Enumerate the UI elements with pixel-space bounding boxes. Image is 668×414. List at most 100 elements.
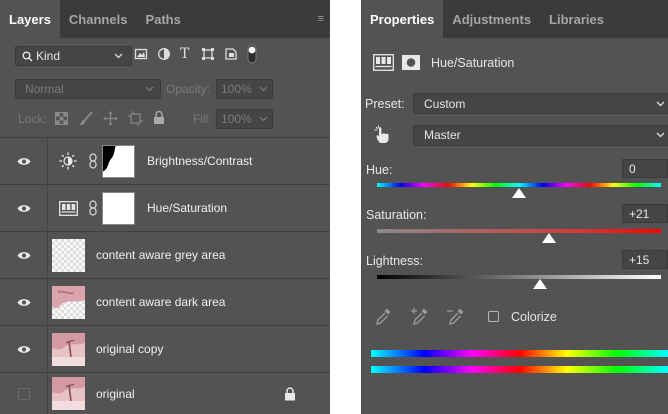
lightness-value-field[interactable]: +15 (622, 250, 668, 269)
saturation-label: Saturation: (366, 208, 427, 222)
layer-name[interactable]: content aware grey area (96, 248, 225, 262)
chevron-down-icon (259, 86, 268, 92)
tab-paths[interactable]: Paths (136, 0, 189, 38)
layer-thumbnail[interactable] (52, 238, 85, 272)
preset-row: Preset: Custom (361, 93, 668, 114)
preset-value: Custom (424, 96, 466, 111)
eye-icon (17, 157, 31, 166)
layer-name[interactable]: Brightness/Contrast (147, 154, 252, 168)
fill-field[interactable]: 100% (216, 109, 273, 129)
panel-menu-icon[interactable]: ≡ (318, 13, 324, 25)
lock-artboard-icon[interactable] (128, 111, 143, 126)
channel-value: Master (424, 128, 461, 142)
hue-value-field[interactable]: 0 (622, 159, 668, 178)
eyedropper-subtract-icon[interactable] (447, 307, 465, 327)
lightness-control: Lightness: +15 (361, 250, 668, 290)
colorize-checkbox[interactable] (488, 311, 499, 322)
output-color-bar (371, 366, 668, 373)
tab-properties[interactable]: Properties (361, 0, 444, 38)
layer-name[interactable]: original (96, 387, 135, 401)
pixel-filter-icon[interactable] (134, 47, 148, 61)
hue-control: Hue: 0 (361, 159, 668, 199)
layer-visibility-toggle[interactable] (0, 372, 48, 414)
adjustment-filter-icon[interactable] (157, 47, 171, 61)
hue-label: Hue: (366, 163, 393, 177)
layer-name[interactable]: Hue/Saturation (147, 201, 227, 215)
lock-image-pixels-icon[interactable] (79, 111, 93, 126)
eye-icon (17, 204, 31, 213)
layers-panel: Layers Channels Paths ≡ Kind T Normal Op… (0, 0, 330, 414)
type-filter-icon[interactable]: T (180, 46, 189, 62)
layer-visibility-toggle[interactable] (0, 137, 48, 185)
eyedropper-row: Colorize (361, 305, 668, 329)
shape-filter-icon[interactable] (201, 47, 215, 61)
chevron-down-icon (145, 86, 154, 92)
hue-saturation-icon[interactable] (373, 54, 394, 71)
smart-object-filter-icon[interactable] (224, 47, 238, 61)
search-icon (22, 51, 33, 62)
layer-row[interactable]: content aware grey area (0, 231, 330, 279)
layer-name[interactable]: content aware dark area (96, 295, 225, 309)
brightness-icon (59, 152, 77, 170)
mask-icon[interactable] (402, 55, 420, 70)
lightness-slider-track[interactable] (377, 275, 661, 279)
layer-row[interactable]: Brightness/Contrast (0, 137, 330, 185)
eye-icon (17, 345, 31, 354)
saturation-value-field[interactable]: +21 (622, 204, 668, 223)
layer-visibility-toggle[interactable] (0, 184, 48, 232)
lock-position-icon[interactable] (103, 111, 118, 126)
blend-row: Normal Opacity: 100% (0, 78, 330, 100)
tab-channels[interactable]: Channels (60, 0, 137, 38)
tab-adjustments[interactable]: Adjustments (443, 0, 540, 38)
hue-slider-track[interactable] (377, 183, 661, 187)
fill-value: 100% (221, 112, 252, 126)
layer-name[interactable]: original copy (96, 342, 163, 356)
visibility-empty-box (17, 387, 30, 400)
lock-all-icon[interactable] (153, 110, 165, 125)
tab-libraries[interactable]: Libraries (540, 0, 613, 38)
layer-visibility-toggle[interactable] (0, 231, 48, 279)
layer-row[interactable]: Hue/Saturation (0, 184, 330, 232)
lock-row: Lock: Fill: 100% (0, 108, 330, 130)
eyedropper-add-icon[interactable] (411, 307, 429, 327)
lock-icon (284, 387, 296, 401)
preset-label: Preset: (365, 97, 405, 111)
kind-filter-select[interactable]: Kind (15, 46, 132, 66)
layer-thumbnail[interactable] (52, 377, 85, 410)
layer-visibility-toggle[interactable] (0, 325, 48, 373)
channel-select[interactable]: Master (413, 124, 668, 146)
layer-filter-row: Kind T (0, 44, 330, 68)
saturation-slider-track[interactable] (377, 229, 661, 233)
channel-row: Master (361, 124, 668, 146)
layer-thumbnail[interactable] (52, 285, 85, 319)
blend-mode-select[interactable]: Normal (15, 79, 161, 99)
chevron-down-icon (656, 132, 665, 138)
opacity-value: 100% (221, 82, 252, 96)
layer-row[interactable]: content aware dark area (0, 278, 330, 326)
adjustment-title: Hue/Saturation (431, 56, 515, 70)
lock-transparent-pixels-icon[interactable] (55, 112, 68, 125)
lightness-slider-thumb[interactable] (533, 279, 548, 289)
layer-mask-thumbnail[interactable] (102, 191, 135, 225)
preset-select[interactable]: Custom (413, 93, 668, 114)
opacity-label: Opacity: (166, 82, 211, 96)
layer-thumbnail[interactable] (52, 332, 85, 366)
chevron-down-icon (656, 101, 665, 107)
layers-tabbar: Layers Channels Paths ≡ (0, 0, 330, 38)
hue-saturation-icon (59, 200, 78, 216)
kind-filter-label: Kind (36, 49, 61, 63)
layer-row[interactable]: original (0, 372, 330, 414)
opacity-field[interactable]: 100% (216, 79, 273, 99)
saturation-slider-thumb[interactable] (541, 233, 556, 243)
tab-layers[interactable]: Layers (0, 0, 60, 38)
targeted-adjustment-hand-icon[interactable] (374, 125, 390, 144)
link-icon[interactable] (89, 153, 97, 169)
filter-toggle-icon[interactable] (247, 44, 257, 64)
layer-mask-thumbnail[interactable] (102, 144, 135, 178)
link-icon[interactable] (89, 200, 97, 216)
layer-visibility-toggle[interactable] (0, 278, 48, 326)
hue-slider-thumb[interactable] (512, 188, 526, 198)
layer-row[interactable]: original copy (0, 325, 330, 373)
eyedropper-icon[interactable] (374, 307, 392, 327)
chevron-down-icon (114, 53, 123, 59)
